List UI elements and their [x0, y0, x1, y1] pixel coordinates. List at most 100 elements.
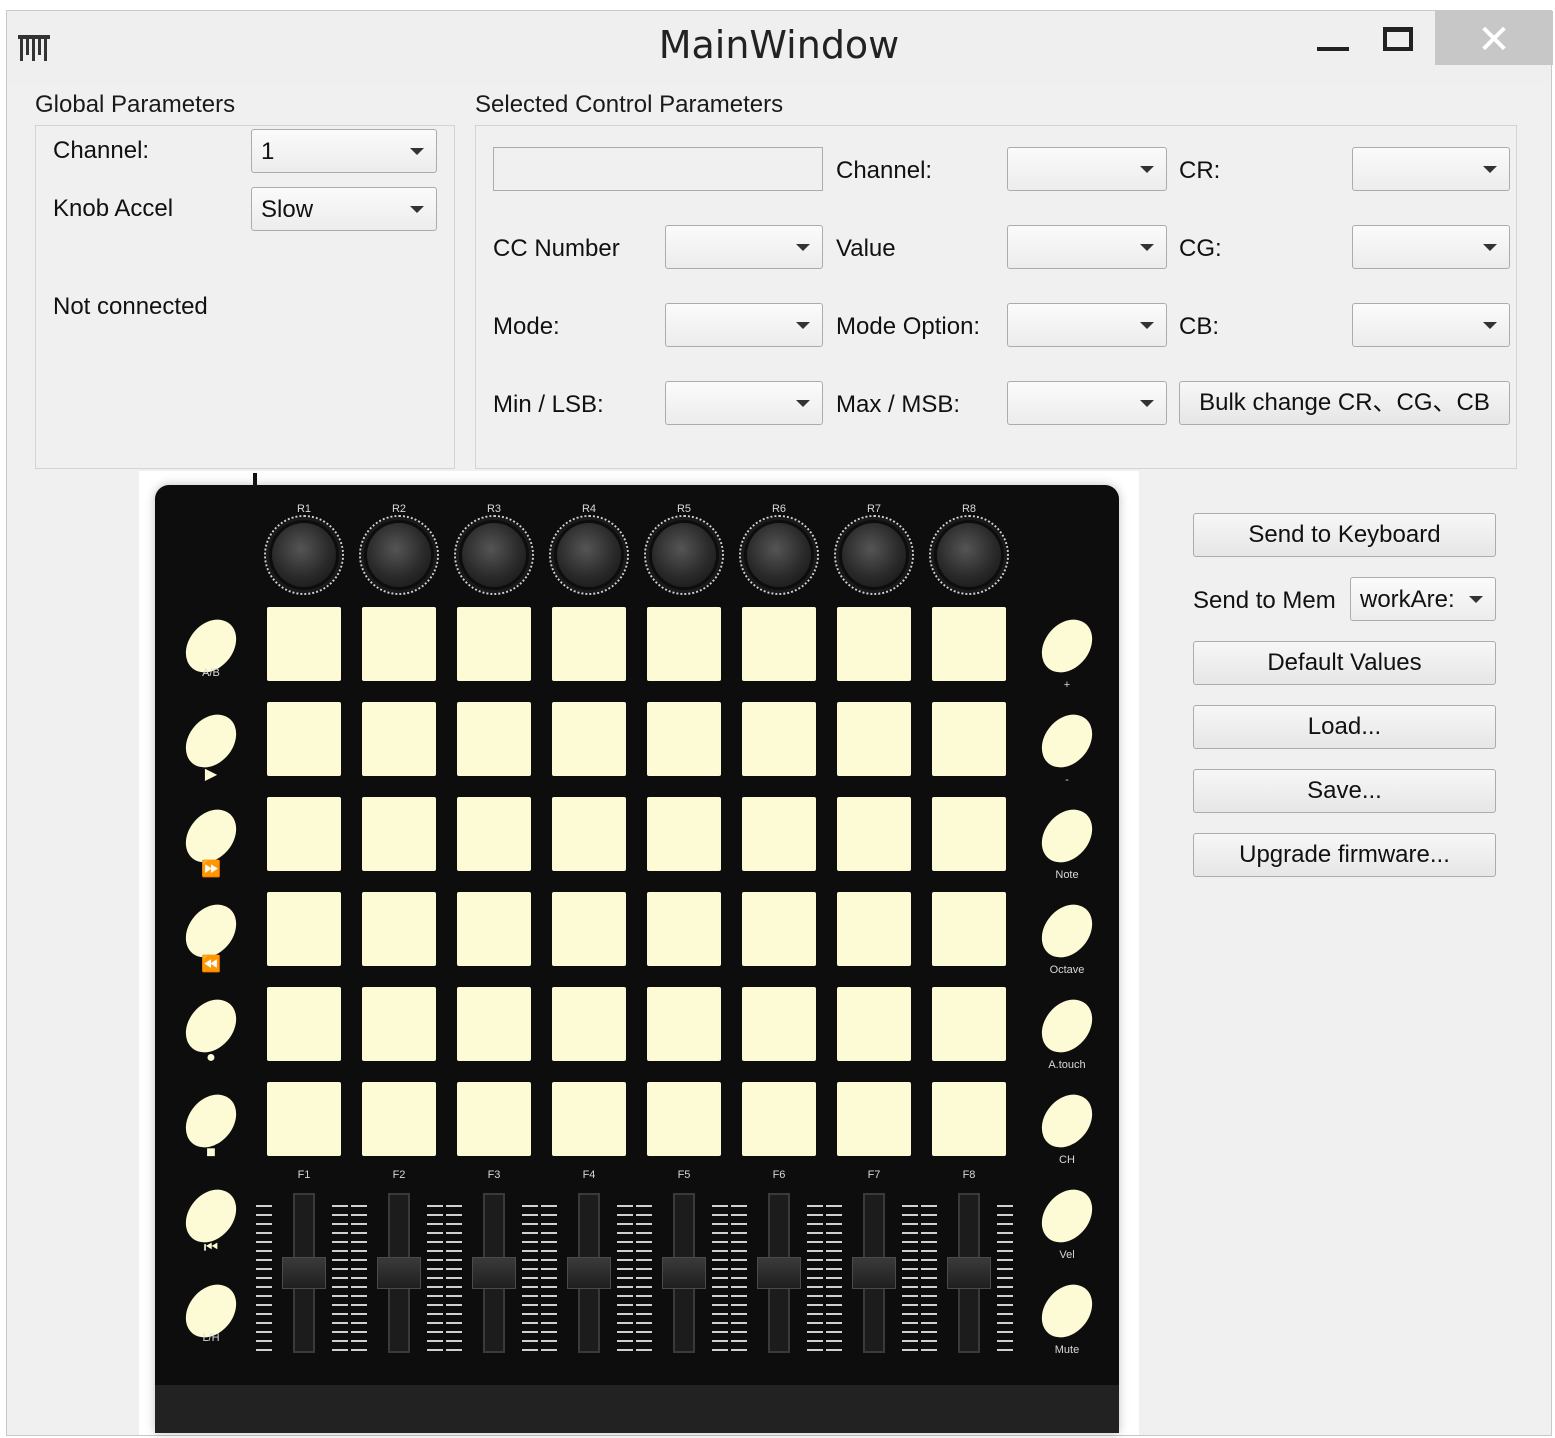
fader-slider[interactable]: [947, 1257, 991, 1289]
maximize-button[interactable]: [1372, 11, 1432, 67]
pad-button[interactable]: [362, 892, 436, 966]
pad-button[interactable]: [647, 797, 721, 871]
pad-button[interactable]: [267, 1082, 341, 1156]
right-function-button[interactable]: [1031, 989, 1103, 1063]
pad-button[interactable]: [362, 1082, 436, 1156]
pad-button[interactable]: [267, 892, 341, 966]
pad-button[interactable]: [647, 1082, 721, 1156]
send-to-mem-select[interactable]: workAre:: [1350, 577, 1496, 621]
pad-button[interactable]: [457, 607, 531, 681]
pad-button[interactable]: [932, 892, 1006, 966]
pad-button[interactable]: [742, 702, 816, 776]
pad-button[interactable]: [742, 797, 816, 871]
pad-button[interactable]: [932, 987, 1006, 1061]
default-values-button[interactable]: Default Values: [1193, 641, 1496, 685]
fader-scale: [617, 1205, 633, 1351]
mode-option-select[interactable]: [1007, 303, 1167, 347]
rotary-knob[interactable]: [747, 523, 811, 587]
rotary-knob[interactable]: [462, 523, 526, 587]
rotary-knob[interactable]: [367, 523, 431, 587]
min-lsb-select[interactable]: [665, 381, 823, 425]
pad-button[interactable]: [457, 1082, 531, 1156]
pad-button[interactable]: [267, 987, 341, 1061]
cr-select[interactable]: [1352, 147, 1510, 191]
pad-button[interactable]: [267, 797, 341, 871]
right-function-button[interactable]: [1031, 609, 1103, 683]
fader-slider[interactable]: [377, 1257, 421, 1289]
pad-button[interactable]: [362, 987, 436, 1061]
close-button[interactable]: ✕: [1435, 11, 1553, 65]
fader-slider[interactable]: [852, 1257, 896, 1289]
fader-slider[interactable]: [662, 1257, 706, 1289]
right-function-button[interactable]: [1031, 1084, 1103, 1158]
pad-button[interactable]: [552, 1082, 626, 1156]
pad-button[interactable]: [932, 607, 1006, 681]
pad-button[interactable]: [362, 702, 436, 776]
right-function-button[interactable]: [1031, 799, 1103, 873]
load-button[interactable]: Load...: [1193, 705, 1496, 749]
rotary-knob[interactable]: [652, 523, 716, 587]
pad-button[interactable]: [837, 1082, 911, 1156]
chevron-down-icon: [1140, 322, 1154, 329]
pad-button[interactable]: [552, 702, 626, 776]
minimize-button[interactable]: [1307, 11, 1359, 67]
control-name-field[interactable]: [493, 147, 823, 191]
right-function-button[interactable]: [1031, 704, 1103, 778]
pad-button[interactable]: [552, 607, 626, 681]
rotary-knob[interactable]: [272, 523, 336, 587]
title-bar[interactable]: MainWindow ✕: [7, 11, 1553, 85]
right-function-button[interactable]: [1031, 1274, 1103, 1348]
right-button-label: Note: [1055, 869, 1079, 881]
pad-button[interactable]: [932, 797, 1006, 871]
pad-button[interactable]: [742, 987, 816, 1061]
pad-button[interactable]: [647, 702, 721, 776]
pad-button[interactable]: [647, 987, 721, 1061]
fader-slider[interactable]: [757, 1257, 801, 1289]
right-function-button[interactable]: [1031, 894, 1103, 968]
cb-select[interactable]: [1352, 303, 1510, 347]
upgrade-firmware-button[interactable]: Upgrade firmware...: [1193, 833, 1496, 877]
pad-button[interactable]: [362, 607, 436, 681]
cc-number-select[interactable]: [665, 225, 823, 269]
pad-button[interactable]: [457, 987, 531, 1061]
pad-button[interactable]: [552, 797, 626, 871]
pad-button[interactable]: [647, 607, 721, 681]
send-to-keyboard-button[interactable]: Send to Keyboard: [1193, 513, 1496, 557]
right-button-label: Octave: [1049, 964, 1085, 976]
pad-button[interactable]: [837, 892, 911, 966]
max-msb-select[interactable]: [1007, 381, 1167, 425]
rotary-knob[interactable]: [842, 523, 906, 587]
pad-button[interactable]: [457, 797, 531, 871]
save-button[interactable]: Save...: [1193, 769, 1496, 813]
pad-button[interactable]: [837, 607, 911, 681]
pad-button[interactable]: [932, 702, 1006, 776]
mode-select[interactable]: [665, 303, 823, 347]
bulk-change-button[interactable]: Bulk change CR、CG、CB: [1179, 381, 1510, 425]
pad-button[interactable]: [457, 702, 531, 776]
pad-button[interactable]: [552, 987, 626, 1061]
pad-button[interactable]: [837, 702, 911, 776]
pad-button[interactable]: [267, 607, 341, 681]
pad-button[interactable]: [267, 702, 341, 776]
pad-button[interactable]: [837, 797, 911, 871]
pad-button[interactable]: [647, 892, 721, 966]
pad-button[interactable]: [362, 797, 436, 871]
fader-slider[interactable]: [472, 1257, 516, 1289]
value-select[interactable]: [1007, 225, 1167, 269]
pad-button[interactable]: [742, 1082, 816, 1156]
pad-button[interactable]: [932, 1082, 1006, 1156]
pad-button[interactable]: [457, 892, 531, 966]
pad-button[interactable]: [742, 892, 816, 966]
selected-channel-select[interactable]: [1007, 147, 1167, 191]
fader-slider[interactable]: [282, 1257, 326, 1289]
pad-button[interactable]: [552, 892, 626, 966]
right-function-button[interactable]: [1031, 1179, 1103, 1253]
global-channel-select[interactable]: 1: [251, 129, 437, 173]
cg-select[interactable]: [1352, 225, 1510, 269]
fader-slider[interactable]: [567, 1257, 611, 1289]
pad-button[interactable]: [742, 607, 816, 681]
pad-button[interactable]: [837, 987, 911, 1061]
knob-accel-select[interactable]: Slow: [251, 187, 437, 231]
rotary-knob[interactable]: [557, 523, 621, 587]
rotary-knob[interactable]: [937, 523, 1001, 587]
